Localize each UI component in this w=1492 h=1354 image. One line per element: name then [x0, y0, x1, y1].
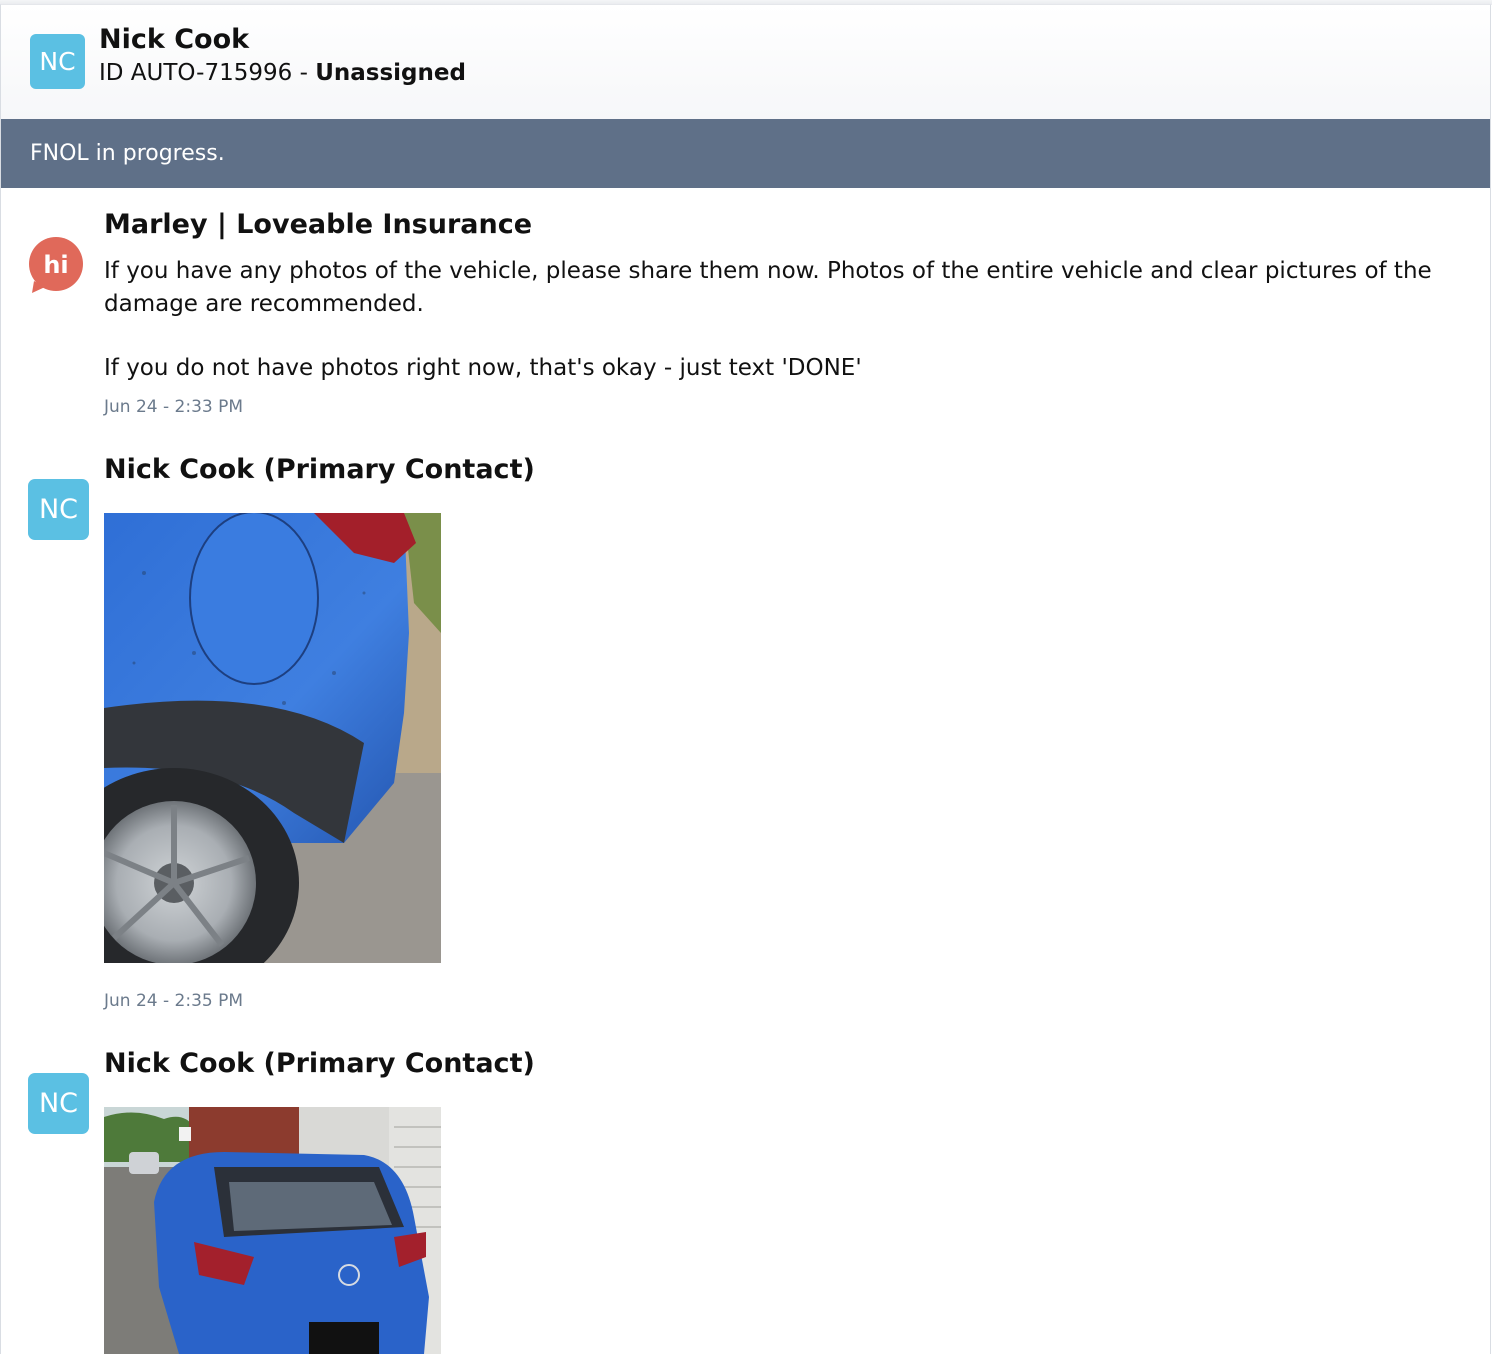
avatar: NC — [28, 479, 89, 540]
chat-bubble-hi-icon: hi — [28, 237, 84, 293]
assignment-status[interactable]: Unassigned — [315, 60, 466, 86]
claim-id-line: ID AUTO-715996 - Unassigned — [99, 60, 466, 86]
photo-attachment[interactable] — [104, 513, 441, 963]
message-sender: Marley | Loveable Insurance — [104, 209, 533, 240]
claim-id: ID AUTO-715996 - — [99, 60, 316, 86]
bot-avatar-label: hi — [43, 251, 68, 279]
message-timestamp: Jun 24 - 2:33 PM — [104, 397, 244, 417]
message-sender: Nick Cook (Primary Contact) — [104, 1048, 535, 1079]
contact-name: Nick Cook — [99, 24, 250, 55]
car-rear-photo — [104, 1107, 441, 1354]
avatar: NC — [30, 34, 85, 89]
status-banner: FNOL in progress. — [1, 119, 1490, 188]
message-sender: Nick Cook (Primary Contact) — [104, 454, 535, 485]
car-wheel-photo — [104, 513, 441, 963]
message-text: If you do not have photos right now, tha… — [104, 355, 862, 381]
conversation-header: NC Nick Cook ID AUTO-715996 - Unassigned — [1, 5, 1490, 119]
photo-attachment[interactable] — [104, 1107, 441, 1354]
message-text: If you have any photos of the vehicle, p… — [104, 258, 1432, 317]
avatar: NC — [28, 1073, 89, 1134]
status-banner-text: FNOL in progress. — [30, 141, 225, 166]
message-timestamp: Jun 24 - 2:35 PM — [104, 991, 244, 1011]
